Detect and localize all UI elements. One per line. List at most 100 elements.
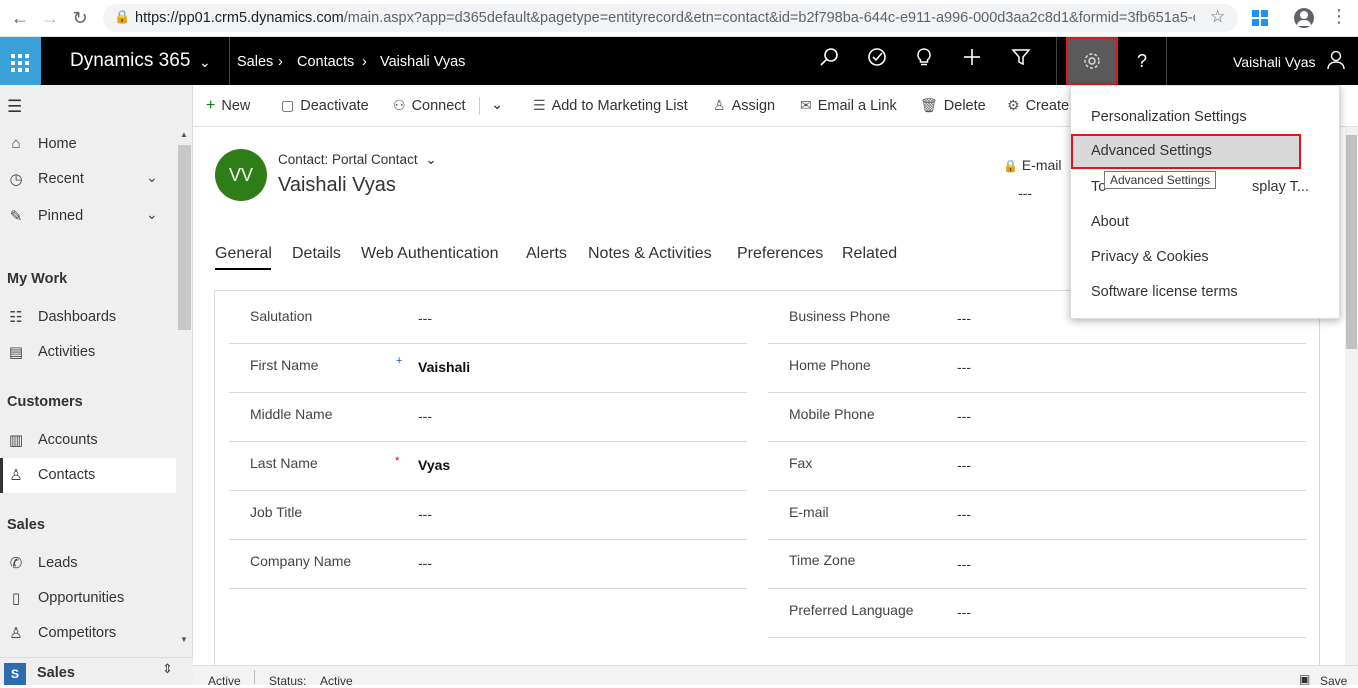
windows-extension-icon[interactable]	[1252, 10, 1268, 26]
header-email-label: 🔒 E-mail	[1003, 157, 1062, 173]
user-name[interactable]: Vaishali Vyas	[1233, 54, 1315, 70]
nav-item-pinned[interactable]: ✎ Pinned ⌄	[0, 199, 176, 234]
address-bar[interactable]: 🔒 https://pp01.crm5.dynamics.com/main.as…	[103, 4, 1238, 32]
field-value-fax[interactable]: ---	[957, 457, 971, 473]
building-icon: ▥	[8, 432, 24, 449]
tab-alerts[interactable]: Alerts	[526, 245, 567, 263]
breadcrumb-sales[interactable]: Sales	[237, 54, 273, 70]
connect-button[interactable]: ⚇ Connect	[393, 97, 466, 114]
deactivate-button[interactable]: ▢ Deactivate	[281, 97, 369, 114]
add-to-marketing-list-button[interactable]: ☰ Add to Marketing List	[533, 97, 688, 114]
back-icon[interactable]: ←	[8, 6, 32, 30]
main-scrollbar-thumb[interactable]	[1346, 135, 1357, 349]
tab-web-authentication[interactable]: Web Authentication	[361, 245, 499, 263]
nav-item-home[interactable]: ⌂ Home	[0, 127, 176, 162]
delete-button[interactable]: 🗑 Delete	[920, 97, 986, 114]
browser-menu-icon[interactable]: ⋮	[1330, 6, 1348, 27]
divider	[479, 97, 480, 115]
field-label-mobile-phone: Mobile Phone	[789, 406, 875, 422]
nav-item-accounts[interactable]: ▥ Accounts	[0, 423, 176, 458]
menu-item-about[interactable]: About	[1071, 205, 1339, 240]
scroll-down-icon[interactable]: ▼	[180, 635, 188, 644]
field-value-home-phone[interactable]: ---	[957, 359, 971, 375]
menu-item-personalization-settings[interactable]: Personalization Settings	[1071, 100, 1339, 135]
nav-item-leads[interactable]: ✆ Leads	[0, 546, 176, 581]
nav-item-dashboards[interactable]: ☷ Dashboards	[0, 300, 176, 335]
filter-icon[interactable]	[1007, 47, 1035, 75]
app-name[interactable]: Dynamics 365	[70, 50, 190, 72]
save-icon: ▣	[1299, 672, 1311, 686]
field-value-mobile-phone[interactable]: ---	[957, 408, 971, 424]
nav-item-opportunities[interactable]: ▯ Opportunities	[0, 581, 176, 616]
nav-item-competitors[interactable]: ♙ Competitors	[0, 616, 176, 651]
field-label-preferred-language: Preferred Language	[789, 602, 914, 618]
divider	[229, 343, 747, 344]
clipboard-icon: ▤	[8, 344, 24, 361]
lightbulb-icon[interactable]	[910, 47, 938, 75]
assign-button[interactable]: ♙ Assign	[713, 97, 775, 114]
app-launcher-icon[interactable]	[0, 37, 41, 85]
nav-scrollbar[interactable]	[178, 145, 191, 330]
user-icon[interactable]	[1326, 50, 1346, 75]
menu-item-advanced-settings[interactable]: Advanced Settings	[1071, 134, 1301, 169]
task-check-icon[interactable]	[863, 47, 891, 75]
help-icon[interactable]: ?	[1128, 47, 1156, 75]
gear-icon	[1082, 51, 1102, 76]
nav-item-recent[interactable]: ◷ Recent ⌄	[0, 162, 176, 197]
settings-button[interactable]	[1066, 37, 1118, 85]
divider	[768, 441, 1306, 442]
divider	[229, 392, 747, 393]
field-value-company-name[interactable]: ---	[418, 555, 432, 571]
tab-general[interactable]: General	[215, 245, 272, 263]
menu-item-privacy-cookies[interactable]: Privacy & Cookies	[1071, 240, 1339, 275]
field-value-business-phone[interactable]: ---	[957, 310, 971, 326]
nav-item-activities[interactable]: ▤ Activities	[0, 335, 176, 370]
area-name: Sales	[37, 665, 75, 681]
list-add-icon: ☰	[533, 97, 546, 113]
nav-item-contacts[interactable]: ♙ Contacts	[0, 458, 176, 493]
star-icon[interactable]: ☆	[1210, 7, 1225, 27]
chevron-down-icon[interactable]: ⌄	[146, 206, 158, 223]
create-button[interactable]: ⚙ Create	[1007, 97, 1069, 114]
divider	[768, 392, 1306, 393]
form-selector[interactable]: Contact: Portal Contact ⌄	[278, 152, 437, 168]
chevron-down-icon[interactable]: ⌄	[146, 169, 158, 186]
field-value-preferred-language[interactable]: ---	[957, 604, 971, 620]
top-navigation-bar: Dynamics 365 ⌄ Sales › Contacts › Vaisha…	[0, 37, 1358, 85]
hamburger-icon[interactable]: ☰	[7, 97, 22, 117]
field-label-company-name: Company Name	[250, 553, 352, 569]
tab-related[interactable]: Related	[842, 245, 897, 263]
phone-icon: ✆	[9, 555, 23, 572]
divider	[229, 588, 747, 589]
tab-details[interactable]: Details	[292, 245, 341, 263]
chevron-down-icon[interactable]: ⌄	[491, 97, 503, 113]
field-value-email[interactable]: ---	[957, 506, 971, 522]
field-value-salutation[interactable]: ---	[418, 310, 432, 326]
scroll-up-icon[interactable]: ▲	[180, 130, 188, 139]
plus-icon: +	[206, 97, 216, 114]
field-value-middle-name[interactable]: ---	[418, 408, 432, 424]
plus-icon[interactable]	[958, 47, 986, 75]
new-button[interactable]: + New	[206, 97, 250, 115]
nav-group-my-work: My Work	[7, 271, 68, 287]
competitor-icon: ♙	[9, 625, 23, 642]
field-label-home-phone: Home Phone	[789, 357, 871, 373]
field-value-last-name[interactable]: Vyas	[418, 457, 450, 473]
chevron-down-icon[interactable]: ⌄	[199, 54, 211, 71]
profile-icon[interactable]	[1294, 8, 1314, 28]
field-value-first-name[interactable]: Vaishali	[418, 359, 470, 375]
email-a-link-button[interactable]: ✉ Email a Link	[800, 97, 897, 114]
search-icon[interactable]	[815, 47, 843, 75]
tab-notes-activities[interactable]: Notes & Activities	[588, 245, 712, 263]
chevron-right-icon: ›	[278, 54, 283, 70]
reload-icon[interactable]: ↻	[68, 6, 92, 30]
field-label-time-zone: Time Zone	[789, 552, 856, 568]
area-switcher[interactable]: S Sales ⇕	[0, 657, 193, 685]
menu-item-software-license-terms[interactable]: Software license terms	[1071, 275, 1339, 310]
field-value-job-title[interactable]: ---	[418, 506, 432, 522]
field-value-time-zone[interactable]: ---	[957, 556, 971, 572]
forward-icon[interactable]: →	[38, 6, 62, 30]
breadcrumb-contacts[interactable]: Contacts	[297, 54, 354, 70]
save-button[interactable]: Save	[1320, 674, 1347, 688]
tab-preferences[interactable]: Preferences	[737, 245, 823, 263]
